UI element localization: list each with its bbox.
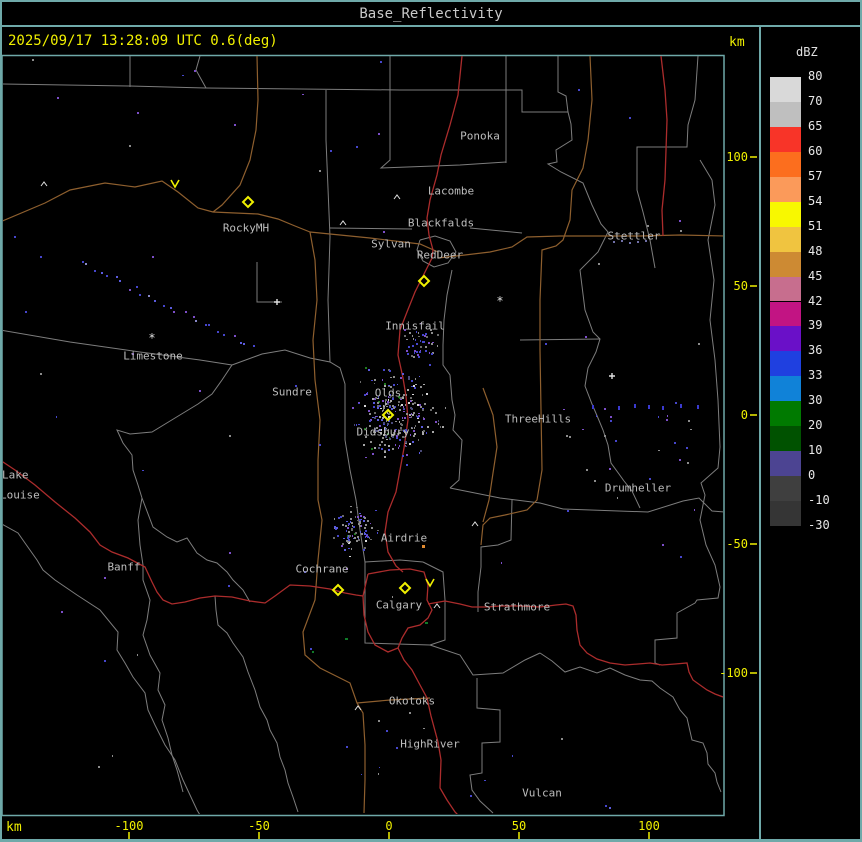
caret-marker [433,603,441,609]
right-axis-tick-label: -100 [719,666,748,680]
checkmark-marker [170,179,180,189]
boundary-line [546,56,641,509]
city-label-lacombe: Lacombe [428,185,474,198]
city-label-stettler: Stettler [608,230,661,243]
star-marker: * [496,294,503,308]
plus-marker [609,373,615,379]
right-axis-tick-label: 50 [734,279,748,293]
orange-dot-marker [422,545,425,548]
city-label-vulcan: Vulcan [522,787,562,800]
boundary-line [519,338,601,341]
city-label-highriver: HighRiver [400,738,460,751]
boundary-line [469,678,501,814]
boundary-line [214,595,299,813]
map-markers: ** [40,179,615,711]
caret-marker [393,194,401,200]
boundary-line [3,524,200,814]
bottom-axis-tick-label: 50 [512,819,526,833]
boundary-line [379,56,507,169]
city-label-olds: Olds [375,387,402,400]
road-line [212,56,259,213]
star-marker: * [148,331,155,345]
radar-map-display[interactable]: **PonokaLacombeBlackfaldsRockyMHSylvanRe… [0,0,862,842]
highway-line [3,461,364,605]
city-label-reddeer: RedDeer [417,249,464,262]
right-axis-tick-label: -50 [726,537,748,551]
boundary-line [539,652,722,793]
plus-marker [274,299,280,305]
city-label-threehills: ThreeHills [505,413,571,426]
boundary-line [469,227,523,234]
boundary-line [231,349,366,563]
city-label-calgary: Calgary [376,599,423,612]
caret-marker [354,705,362,711]
boundary-line [562,497,723,513]
boundary-line [256,262,282,303]
bottom-axis-tick-label: 100 [638,819,660,833]
right-axis: 100 50 0 -50 -100 [719,150,757,680]
city-label-cochrane: Cochrane [296,563,349,576]
radar-site-marker [241,195,255,209]
boundary-line [3,83,568,113]
city-labels: Ponoka Lacombe Blackfalds RockyMH Sylvan RedD… [0,130,672,800]
city-label-innisfail: Innisfail [385,320,445,333]
map-content: **PonokaLacombeBlackfaldsRockyMHSylvanRe… [0,56,723,814]
bottom-axis-tick-label: -50 [248,819,270,833]
boundary-line [325,90,331,363]
road-line [302,231,366,814]
city-label-blackfalds: Blackfalds [408,217,474,230]
radar-app-window: Base_Reflectivity 2025/09/17 13:28:09 UT… [0,0,862,842]
city-label-lake: Lake [2,469,29,482]
road-line [482,387,498,523]
boundary-line [429,644,541,676]
checkmark-marker [425,578,435,588]
city-label-ponoka: Ponoka [460,130,500,143]
city-label-rockymh: RockyMH [223,222,269,235]
road-line [437,234,723,259]
city-label-drumheller: Drumheller [605,482,672,495]
right-axis-tick-label: 100 [726,150,748,164]
caret-marker [339,220,347,226]
city-label-louise: Louise [0,489,40,502]
city-label-strathmore: Strathmore [484,601,550,614]
city-label-sundre: Sundre [272,386,312,399]
city-label-limestone: Limestone [123,350,183,363]
highway-line [427,600,723,698]
boundary-line [442,269,463,489]
city-label-didsbury: Didsbury [357,426,410,439]
highway-line [384,56,463,573]
bottom-axis-unit-label: km [6,820,22,835]
city-label-sylvan: Sylvan [371,238,411,251]
city-label-banff: Banff [107,561,140,574]
caret-marker [40,181,48,187]
highway-line [660,56,668,237]
city-label-airdrie: Airdrie [381,532,427,545]
city-label-okotoks: Okotoks [389,695,435,708]
caret-marker [471,521,479,527]
boundary-line [3,330,233,366]
boundary-line [449,487,564,510]
right-axis-tick-label: 0 [741,408,748,422]
boundary-line [329,227,413,230]
bottom-axis: -100 -50 0 50 100 km [6,819,660,839]
bottom-axis-tick-label: -100 [115,819,144,833]
radar-site-marker [398,581,412,595]
highway-line [397,647,458,814]
boundary-line [195,56,207,89]
bottom-axis-tick-label: 0 [385,819,392,833]
